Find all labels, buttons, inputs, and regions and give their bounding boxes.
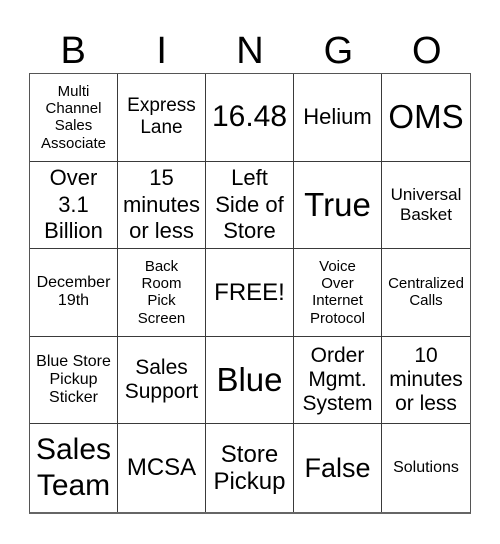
bingo-cell-o4[interactable]: 10 minutes or less [382, 337, 470, 425]
bingo-cell-i5[interactable]: MCSA [118, 424, 206, 512]
bingo-cell-g5[interactable]: False [294, 424, 382, 512]
bingo-header: B I N G O [29, 30, 471, 73]
bingo-cell-o2[interactable]: Universal Basket [382, 162, 470, 250]
bingo-cell-o1[interactable]: OMS [382, 74, 470, 162]
bingo-cell-i1[interactable]: Express Lane [118, 74, 206, 162]
bingo-cell-n2[interactable]: Left Side of Store [206, 161, 294, 250]
bingo-cell-i4[interactable]: Sales Support [118, 336, 206, 425]
bingo-cell-b2[interactable]: Over 3.1 Billion [30, 161, 118, 250]
bingo-cell-b5[interactable]: Sales Team [30, 424, 118, 512]
bingo-board: Multi Channel Sales Associate Express La… [29, 73, 471, 514]
bingo-cell-free[interactable]: FREE! [206, 249, 294, 337]
bingo-cell-o3[interactable]: Centralized Calls [382, 249, 470, 337]
bingo-cell-g4[interactable]: Order Mgmt. System [294, 336, 382, 425]
header-letter-b: B [60, 30, 86, 72]
bingo-cell-b1[interactable]: Multi Channel Sales Associate [30, 74, 118, 162]
header-letter-g: G [323, 30, 354, 72]
bingo-cell-o5[interactable]: Solutions [382, 424, 470, 512]
bingo-cell-g3[interactable]: Voice Over Internet Protocol [294, 249, 382, 337]
bingo-cell-b4[interactable]: Blue Store Pickup Sticker [30, 336, 118, 425]
bingo-cell-n4[interactable]: Blue [206, 336, 294, 425]
header-letter-i: I [156, 30, 167, 72]
bingo-cell-b3[interactable]: December 19th [30, 249, 118, 337]
bingo-cell-n5[interactable]: Store Pickup [206, 424, 294, 512]
bingo-cell-i2[interactable]: 15 minutes or less [118, 161, 206, 250]
bingo-cell-g2[interactable]: True [294, 161, 382, 250]
header-letter-o: O [412, 30, 442, 72]
bingo-cell-g1[interactable]: Helium [294, 74, 382, 162]
header-letter-n: N [236, 30, 264, 72]
bingo-cell-n1[interactable]: 16.48 [206, 74, 294, 162]
bingo-cell-i3[interactable]: Back Room Pick Screen [118, 249, 206, 337]
